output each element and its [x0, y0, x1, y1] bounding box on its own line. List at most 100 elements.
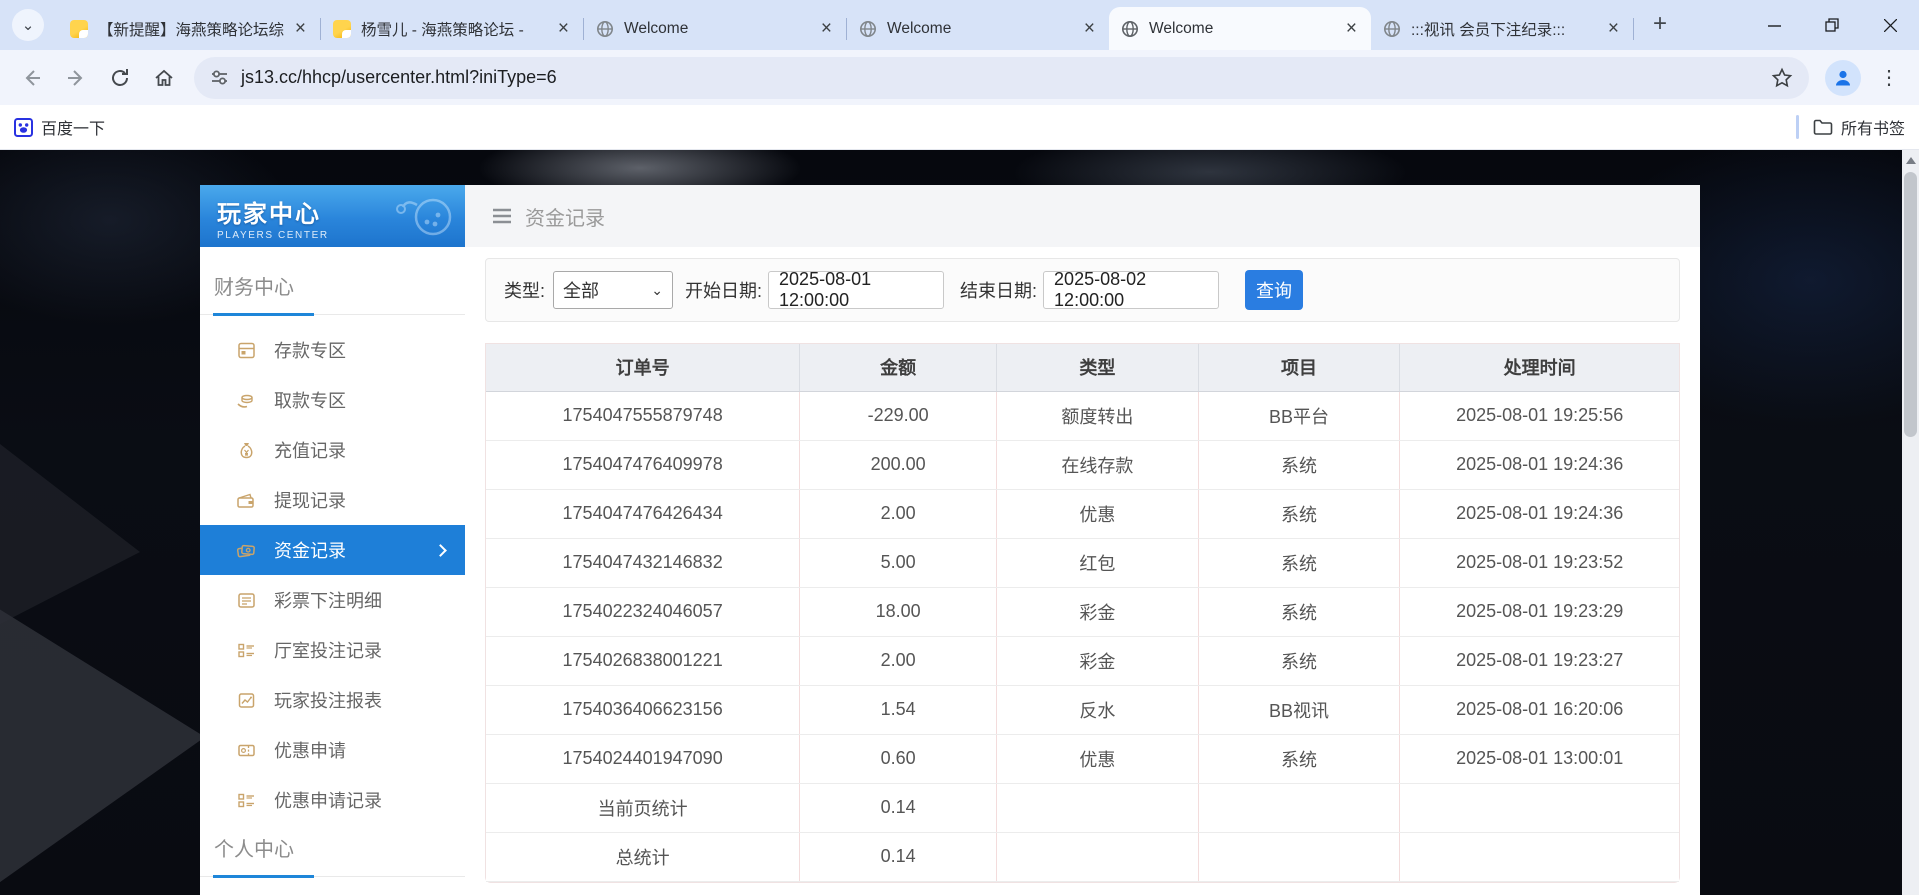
cell-time: 2025-08-01 13:00:01 — [1399, 734, 1679, 784]
start-date-input[interactable]: 2025-08-01 12:00:00 — [768, 269, 945, 310]
browser-tab[interactable]: 【新提醒】海燕策略论坛综 × — [58, 7, 320, 50]
lottery-detail-icon — [236, 590, 256, 610]
scrollbar-thumb[interactable] — [1904, 172, 1917, 437]
tab-close-icon[interactable]: × — [1080, 19, 1099, 38]
scroll-up-arrow[interactable] — [1906, 157, 1916, 164]
column-header: 金额 — [799, 344, 998, 392]
note-icon — [70, 19, 88, 38]
close-window-button[interactable] — [1861, 0, 1919, 50]
baidu-favicon — [14, 117, 33, 137]
url-text[interactable]: js13.cc/hhcp/usercenter.html?iniType=6 — [241, 67, 557, 88]
site-info-icon[interactable] — [210, 68, 229, 87]
cell-time: 2025-08-01 19:24:36 — [1399, 440, 1679, 490]
browser-tab[interactable]: Welcome × — [847, 7, 1109, 50]
cell-summary-label: 当前页统计 — [486, 783, 801, 833]
sidebar-item-funds-record[interactable]: 资金记录 — [200, 525, 465, 575]
chevron-right-icon — [434, 543, 447, 557]
profile-avatar[interactable] — [1825, 59, 1861, 96]
start-date-value: 2025-08-01 12:00:00 — [779, 269, 872, 310]
promo-apply-icon — [236, 740, 256, 760]
sidebar-item-player-report[interactable]: 玩家投注报表 — [200, 675, 465, 725]
sidebar-item-promo-record[interactable]: 优惠申请记录 — [200, 775, 465, 825]
sidebar-item-lottery-detail[interactable]: 彩票下注明细 — [200, 575, 465, 625]
column-header: 处理时间 — [1399, 344, 1679, 392]
cell-time — [1399, 783, 1679, 833]
all-bookmarks-button[interactable]: 所有书签 — [1813, 115, 1905, 139]
sidebar-item-withdrawal-record[interactable]: 提现记录 — [200, 475, 465, 525]
new-tab-button[interactable]: + — [1653, 12, 1667, 36]
browser-tab[interactable]: 杨雪儿 - 海燕策略论坛 - × — [321, 7, 583, 50]
cell-amount: 200.00 — [799, 440, 998, 490]
tab-strip: ⌄ 【新提醒】海燕策略论坛综 × 杨雪儿 - 海燕策略论坛 - × Welcom… — [0, 0, 1919, 50]
cell-project: 系统 — [1198, 587, 1401, 637]
sidebar-item-withdraw-zone[interactable]: 取款专区 — [200, 375, 465, 425]
sidebar-item-promo-apply[interactable]: 优惠申请 — [200, 725, 465, 775]
sidebar-item-label: 玩家投注报表 — [274, 691, 382, 711]
type-select-value: 全部 — [563, 281, 600, 301]
tab-close-icon[interactable]: × — [1342, 19, 1361, 38]
browser-tab[interactable]: Welcome × — [584, 7, 846, 50]
tab-title: 杨雪儿 - 海燕策略论坛 - — [361, 21, 524, 39]
restore-button[interactable] — [1803, 0, 1861, 50]
table-row: 1754024401947090 0.60 优惠 系统 2025-08-01 1… — [486, 734, 1679, 784]
end-date-label: 结束日期: — [960, 281, 1038, 301]
chevron-down-icon: ⌄ — [651, 281, 664, 298]
end-date-input[interactable]: 2025-08-02 12:00:00 — [1043, 269, 1220, 310]
cell-project: BB视讯 — [1198, 685, 1401, 735]
sidebar-section-finance: 财务中心 — [200, 271, 465, 316]
sidebar-item-deposit-zone[interactable]: 存款专区 — [200, 325, 465, 375]
table-row: 1754047476426434 2.00 优惠 系统 2025-08-01 1… — [486, 489, 1679, 539]
tab-close-icon[interactable]: × — [291, 19, 310, 38]
browser-toolbar: js13.cc/hhcp/usercenter.html?iniType=6 ⋮ — [0, 50, 1919, 105]
table-row: 1754047555879748 -229.00 额度转出 BB平台 2025-… — [486, 391, 1679, 441]
tab-search-button[interactable]: ⌄ — [12, 9, 44, 41]
page-scrollbar[interactable] — [1902, 150, 1919, 895]
sidebar-item-hall-bet-record[interactable]: 厅室投注记录 — [200, 625, 465, 675]
chevron-down-icon: ⌄ — [21, 17, 35, 34]
background-triangle — [0, 390, 140, 660]
cell-project: 系统 — [1198, 489, 1401, 539]
address-bar[interactable]: js13.cc/hhcp/usercenter.html?iniType=6 — [194, 56, 1809, 99]
sidebar-item-recharge-record[interactable]: 充值记录 — [200, 425, 465, 475]
deposit-icon — [236, 340, 256, 360]
forward-button[interactable] — [57, 59, 95, 97]
cell-amount: 2.00 — [799, 636, 998, 686]
bookmark-star-icon[interactable] — [1771, 67, 1793, 89]
cell-amount: 0.14 — [799, 783, 998, 833]
panel-header: 资金记录 — [465, 185, 1700, 247]
cell-amount: 2.00 — [799, 489, 998, 539]
tab-close-icon[interactable]: × — [817, 19, 836, 38]
sidebar-item-label: 提现记录 — [274, 491, 346, 511]
back-button[interactable] — [13, 59, 51, 97]
tabs-container: 【新提醒】海燕策略论坛综 × 杨雪儿 - 海燕策略论坛 - × Welcome … — [58, 7, 1634, 50]
cell-type: 优惠 — [996, 489, 1199, 539]
menu-kebab-icon[interactable]: ⋮ — [1869, 65, 1909, 90]
cell-type: 优惠 — [996, 734, 1199, 784]
all-bookmarks-label: 所有书签 — [1840, 121, 1905, 138]
minimize-button[interactable] — [1745, 0, 1803, 50]
home-button[interactable] — [145, 59, 183, 97]
reload-button[interactable] — [101, 59, 139, 97]
type-select[interactable]: 全部 ⌄ — [553, 271, 674, 309]
bookmarks-right: 所有书签 — [1795, 115, 1905, 139]
browser-tab[interactable]: :::视讯 会员下注纪录::: × — [1371, 7, 1633, 50]
sidebar-item-label: 厅室投注记录 — [274, 641, 382, 661]
sidebar-item-label: 优惠申请记录 — [274, 791, 382, 811]
bookmark-baidu[interactable]: 百度一下 — [14, 115, 105, 139]
column-header: 类型 — [996, 344, 1199, 392]
promo-record-icon — [236, 790, 256, 810]
cell-time: 2025-08-01 19:23:27 — [1399, 636, 1679, 686]
cell-order-no: 1754047555879748 — [486, 391, 801, 441]
start-date-label: 开始日期: — [685, 281, 763, 301]
sidebar-item-label: 资金记录 — [274, 541, 346, 561]
tab-title: Welcome — [624, 19, 689, 37]
cell-time — [1399, 832, 1679, 882]
query-button[interactable]: 查询 — [1245, 270, 1304, 310]
cell-type: 额度转出 — [996, 391, 1199, 441]
sidebar-item-label: 充值记录 — [274, 441, 346, 461]
funds-table-wrap: 订单号 金额 类型 项目 处理时间 1754047555879748 -229.… — [485, 343, 1680, 883]
browser-tab-active[interactable]: Welcome × — [1109, 7, 1371, 50]
cell-amount: 1.54 — [799, 685, 998, 735]
tab-close-icon[interactable]: × — [554, 19, 573, 38]
tab-close-icon[interactable]: × — [1604, 19, 1623, 38]
